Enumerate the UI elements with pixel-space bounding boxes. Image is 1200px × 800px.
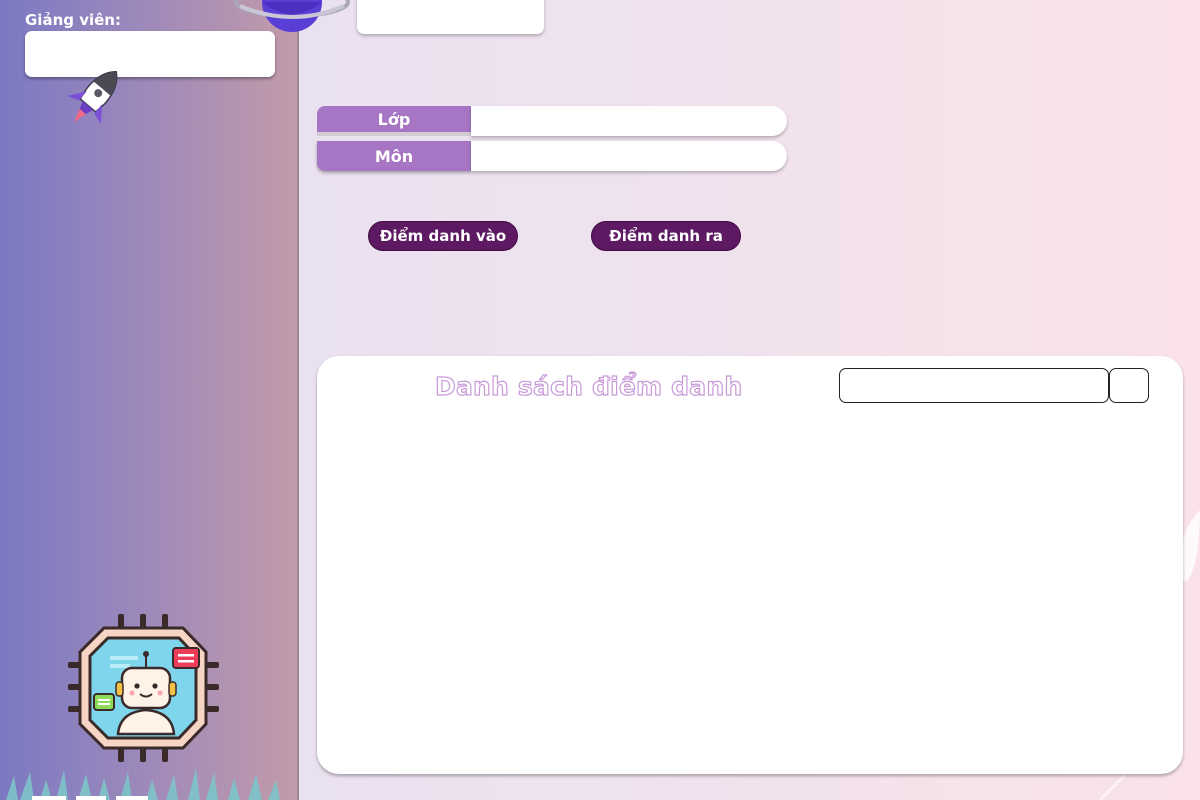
attendance-title: Danh sách điểm danh [434,371,743,401]
attendance-search-input[interactable] [839,368,1109,403]
top-info-box [357,0,544,34]
planet-icon [234,0,350,32]
check-in-button[interactable]: Điểm danh vào [368,221,518,251]
subject-field-row: Môn [317,141,787,171]
sidebar-divider [297,0,299,800]
robot-chip-icon [68,614,219,762]
check-out-button[interactable]: Điểm danh ra [591,221,741,251]
subject-label: Môn [317,141,471,171]
grass-decoration [6,768,280,800]
attendance-search-button[interactable] [1109,368,1149,403]
class-input[interactable] [471,106,787,136]
rocket-icon [67,70,118,125]
attendance-panel: Danh sách điểm danh [317,356,1183,774]
class-label: Lớp [317,106,471,136]
sidebar: Giảng viên: [0,0,297,800]
class-field-row: Lớp [317,106,787,136]
teacher-label: Giảng viên: [25,11,121,29]
subject-input[interactable] [471,141,787,171]
